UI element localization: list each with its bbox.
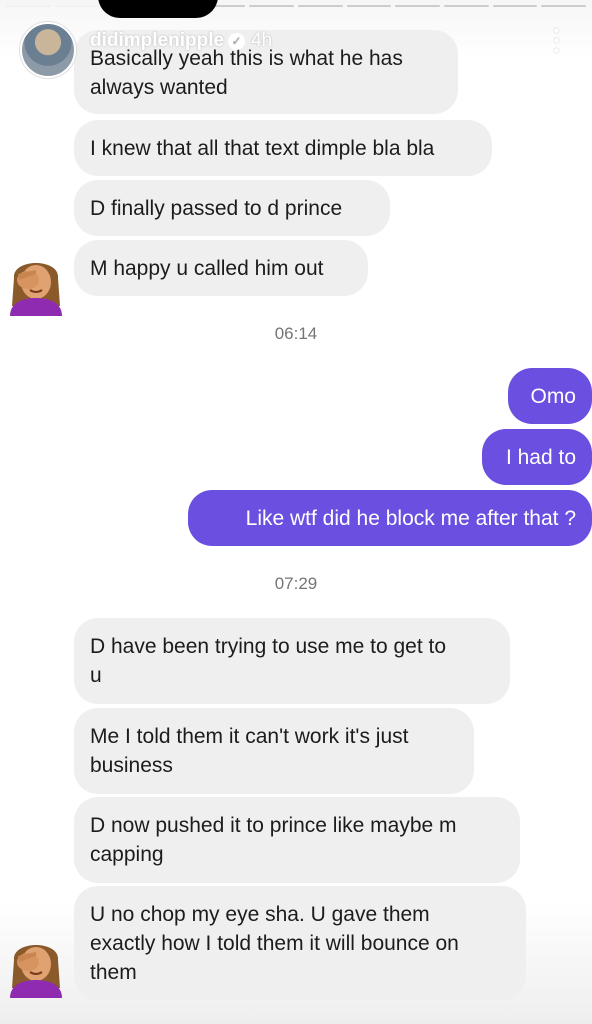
received-message[interactable]: I knew that all that text dimple bla bla bbox=[74, 120, 492, 176]
message-line: I had to bbox=[505, 446, 576, 469]
message-line: Me I told them it can't work it's just bbox=[90, 725, 409, 748]
progress-segment bbox=[54, 5, 100, 7]
message-line: Omo bbox=[530, 385, 576, 408]
received-message[interactable]: D finally passed to d prince bbox=[74, 180, 390, 236]
received-message[interactable]: Me I told them it can't work it's just b… bbox=[74, 708, 474, 794]
progress-segment bbox=[395, 5, 441, 7]
message-line: I knew that all that text dimple bla bla bbox=[90, 137, 435, 160]
sent-message[interactable]: Omo bbox=[508, 368, 592, 424]
story-progress-bar bbox=[6, 5, 587, 8]
story-username-line[interactable]: didimplenipple ✓ 4h bbox=[90, 30, 272, 52]
received-message[interactable]: M happy u called him out bbox=[74, 240, 368, 296]
message-line: capping bbox=[90, 843, 164, 866]
message-line: exactly how I told them it will bounce o… bbox=[90, 932, 459, 955]
camera-notch bbox=[98, 0, 218, 18]
message-line: Like wtf did he block me after that ? bbox=[245, 507, 576, 530]
message-line: u bbox=[90, 664, 102, 687]
progress-segment bbox=[249, 5, 295, 7]
timestamp: 06:14 bbox=[274, 324, 318, 343]
timestamp: 07:29 bbox=[274, 574, 318, 593]
progress-segment bbox=[492, 5, 538, 7]
received-message[interactable]: U no chop my eye sha. U gave them exactl… bbox=[74, 886, 526, 1000]
message-line: always wanted bbox=[90, 76, 228, 99]
message-line: D have been trying to use me to get to bbox=[90, 635, 447, 658]
more-options-icon[interactable] bbox=[554, 28, 560, 53]
story-screen: Basically yeah this is what he has alway… bbox=[0, 0, 592, 1024]
story-header: didimplenipple ✓ 4h bbox=[20, 22, 572, 78]
received-message[interactable]: D have been trying to use me to get to u bbox=[74, 618, 510, 704]
received-message[interactable]: D now pushed it to prince like maybe m c… bbox=[74, 797, 520, 883]
progress-segment bbox=[346, 5, 392, 7]
message-line: D finally passed to d prince bbox=[90, 197, 343, 220]
profile-avatar[interactable] bbox=[20, 22, 76, 78]
message-line: U no chop my eye sha. U gave them bbox=[90, 903, 430, 926]
story-time: 4h bbox=[251, 30, 273, 51]
message-line: business bbox=[90, 754, 173, 777]
message-line: them bbox=[90, 961, 137, 984]
message-line: M happy u called him out bbox=[90, 257, 324, 280]
sent-message[interactable]: I had to bbox=[482, 429, 592, 485]
message-line: D now pushed it to prince like maybe m bbox=[90, 814, 457, 837]
story-username: didimplenipple bbox=[90, 30, 225, 51]
verified-badge-icon: ✓ bbox=[228, 33, 246, 50]
progress-segment bbox=[298, 5, 343, 7]
progress-segment bbox=[444, 5, 489, 7]
facepalm-emoji-avatar-icon bbox=[10, 945, 62, 998]
facepalm-emoji-avatar-icon bbox=[10, 263, 62, 316]
sent-message[interactable]: Like wtf did he block me after that ? bbox=[188, 490, 592, 546]
progress-segment bbox=[541, 5, 587, 7]
progress-segment bbox=[6, 5, 51, 7]
